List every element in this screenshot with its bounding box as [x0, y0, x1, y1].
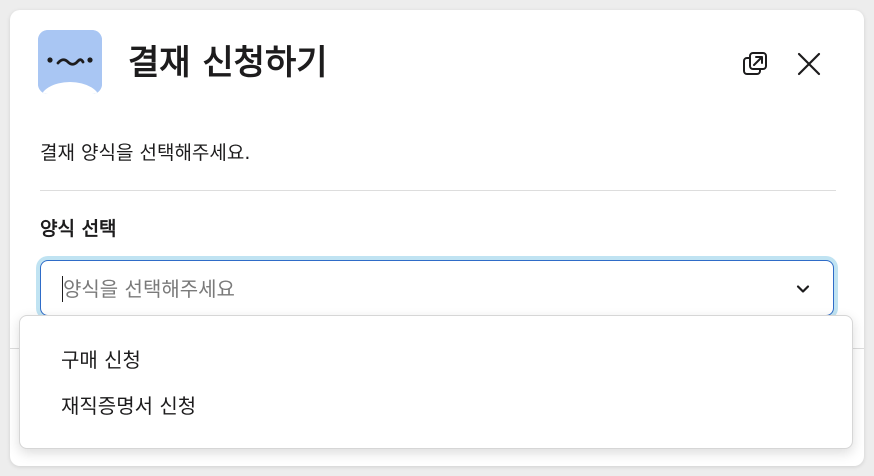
- close-icon: [797, 52, 821, 76]
- sleepy-face-icon: [38, 30, 102, 94]
- form-select-label: 양식 선택: [40, 218, 117, 240]
- modal-title: 결재 신청하기: [128, 43, 328, 83]
- divider: [40, 190, 836, 191]
- popout-button[interactable]: [737, 46, 773, 82]
- modal-header: 결재 신청하기: [10, 10, 864, 120]
- dropdown-option-employment-certificate[interactable]: 재직증명서 신청: [20, 384, 852, 428]
- select-dropdown-menu: 구매 신청 재직증명서 신청: [19, 315, 853, 449]
- chevron-down-icon[interactable]: [795, 281, 811, 297]
- modal-description: 결재 양식을 선택해주세요.: [40, 142, 251, 164]
- popout-icon: [743, 52, 767, 75]
- select-placeholder: 양식을 선택해주세요: [63, 277, 235, 301]
- close-button[interactable]: [791, 46, 827, 82]
- dropdown-option-purchase-request[interactable]: 구매 신청: [20, 338, 852, 382]
- form-select-input[interactable]: 양식을 선택해주세요: [40, 260, 834, 316]
